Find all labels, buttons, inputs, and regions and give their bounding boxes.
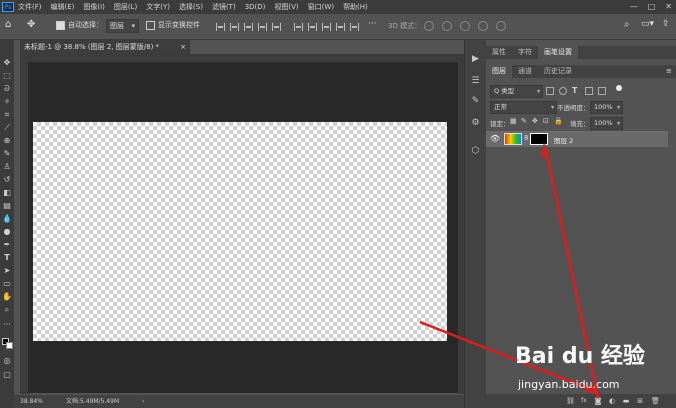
watermark-brand: Bai du 经验 [515,344,645,369]
watermark-url: jingyan.baidu.com [518,378,620,391]
watermark: Bai du 经验 jingyan.baidu.com [515,338,645,400]
annotation-arrowhead-2 [541,142,549,158]
